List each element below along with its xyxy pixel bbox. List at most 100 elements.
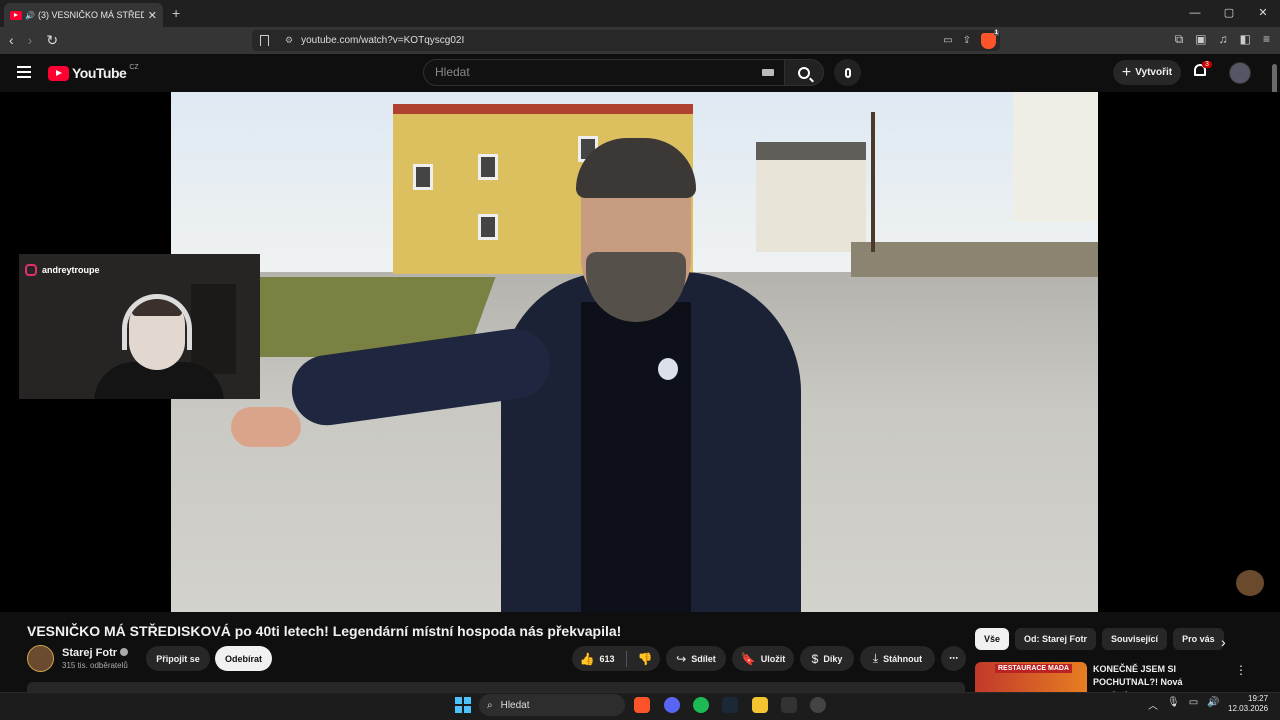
clock-time: 19:27 bbox=[1248, 694, 1269, 703]
divider bbox=[625, 650, 627, 667]
obs-app-icon[interactable] bbox=[810, 697, 826, 713]
spotify-app-icon[interactable] bbox=[693, 697, 709, 713]
new-tab-button[interactable]: + bbox=[172, 5, 180, 21]
youtube-favicon-icon bbox=[10, 10, 22, 20]
menu-icon[interactable]: ≡ bbox=[1263, 32, 1270, 47]
verified-icon bbox=[120, 648, 129, 656]
tab-close-icon[interactable]: ✕ bbox=[148, 9, 157, 22]
search-button[interactable] bbox=[784, 59, 824, 86]
voice-search-button[interactable] bbox=[834, 59, 861, 86]
search-icon bbox=[798, 66, 810, 79]
reload-icon[interactable]: ↻ bbox=[46, 32, 58, 49]
share-button[interactable]: ↪ Sdílet bbox=[666, 646, 726, 671]
download-button[interactable]: ⤓ Stáhnout bbox=[860, 646, 935, 671]
youtube-logo[interactable]: YouTube CZ bbox=[48, 64, 139, 81]
tray-volume-icon[interactable]: 🔊 bbox=[1207, 697, 1219, 712]
filter-chips: Vše Od: Starej Fotr Související Pro vás bbox=[975, 628, 1224, 650]
like-dislike-group: 👍 613 👎 bbox=[572, 646, 660, 671]
tray-display-icon[interactable]: ▭ bbox=[1189, 697, 1198, 712]
extensions-icon[interactable]: ⧉ bbox=[1175, 32, 1184, 47]
browser-tab[interactable]: 🔊 (3) VESNIČKO MÁ STŘEDISKO ✕ bbox=[4, 3, 163, 27]
headphones-icon bbox=[122, 294, 192, 350]
logo-text: YouTube bbox=[72, 65, 127, 81]
channel-watermark[interactable] bbox=[1236, 570, 1264, 596]
minimize-button[interactable]: — bbox=[1178, 0, 1212, 27]
maximize-button[interactable]: ▢ bbox=[1212, 0, 1246, 27]
keyboard-icon[interactable] bbox=[762, 69, 774, 76]
clock-date: 12.03.2026 bbox=[1228, 704, 1269, 713]
close-window-button[interactable]: ✕ bbox=[1246, 0, 1280, 27]
subscriber-count: 315 tis. odběratelů bbox=[62, 661, 128, 670]
site-settings-icon[interactable]: ⚙ bbox=[285, 35, 293, 46]
account-avatar[interactable] bbox=[1229, 62, 1251, 84]
channel-name[interactable]: Starej Fotr bbox=[62, 647, 129, 659]
save-button[interactable]: 🔖 Uložit bbox=[732, 646, 794, 671]
video-title: VESNIČKO MÁ STŘEDISKOVÁ po 40ti letech! … bbox=[27, 623, 622, 639]
download-label: Stáhnout bbox=[883, 653, 923, 664]
taskbar-search[interactable]: ⌕ Hledat bbox=[479, 694, 625, 716]
like-count[interactable]: 613 bbox=[599, 654, 614, 664]
notifications-button[interactable]: 3 bbox=[1194, 61, 1212, 79]
notification-badge: 3 bbox=[1202, 61, 1212, 68]
white-house bbox=[756, 142, 866, 252]
thanks-button[interactable]: $ Díky bbox=[800, 646, 854, 671]
brave-app-icon[interactable] bbox=[634, 697, 650, 713]
chip-from-channel[interactable]: Od: Starej Fotr bbox=[1015, 628, 1097, 650]
steam-app-icon[interactable] bbox=[722, 697, 738, 713]
discord-app-icon[interactable] bbox=[664, 697, 680, 713]
video-player[interactable] bbox=[171, 92, 1098, 612]
tray-expand-icon[interactable]: ︿ bbox=[1148, 697, 1158, 712]
sidebar-toggle-icon[interactable]: ◧ bbox=[1240, 32, 1251, 47]
stone-wall bbox=[851, 242, 1098, 277]
menu-hamburger-icon[interactable] bbox=[17, 66, 31, 78]
thanks-label: Díky bbox=[823, 653, 843, 664]
thumbs-up-icon[interactable]: 👍 bbox=[580, 652, 595, 666]
windows-start-icon[interactable] bbox=[455, 697, 471, 713]
subscribe-button[interactable]: Odebírat bbox=[215, 646, 272, 671]
thumbs-down-icon[interactable]: 👎 bbox=[638, 652, 653, 666]
share-icon[interactable]: ⇪ bbox=[963, 35, 971, 46]
channel-name-text[interactable]: Starej Fotr bbox=[62, 647, 117, 659]
back-icon[interactable]: ‹ bbox=[9, 32, 14, 49]
brave-shield-icon[interactable]: 1 bbox=[981, 29, 999, 49]
thanks-dollar-icon: $ bbox=[811, 651, 819, 666]
chip-all[interactable]: Vše bbox=[975, 628, 1010, 650]
wallet-icon[interactable]: ▣ bbox=[1195, 32, 1206, 47]
create-button[interactable]: + Vytvořit bbox=[1113, 60, 1181, 85]
taskbar-search-icon: ⌕ bbox=[487, 699, 493, 711]
webcam-door bbox=[191, 284, 236, 374]
instagram-icon bbox=[25, 264, 37, 276]
recommended-thumbnail[interactable]: RESTAURACE MADA bbox=[975, 662, 1087, 692]
save-bookmark-icon: 🔖 bbox=[740, 651, 756, 666]
cast-icon[interactable]: ▭ bbox=[943, 35, 952, 46]
share-arrow-icon: ↪ bbox=[676, 651, 687, 666]
search-input[interactable]: Hledat bbox=[423, 59, 785, 86]
shield-badge: 1 bbox=[993, 29, 999, 36]
file-explorer-icon[interactable] bbox=[752, 697, 768, 713]
share-label: Sdílet bbox=[691, 653, 716, 664]
url-text[interactable]: youtube.com/watch?v=KOTqyscg02I bbox=[301, 35, 464, 46]
taskbar-clock[interactable]: 19:27 12.03.2026 bbox=[1228, 694, 1268, 714]
chips-next-icon[interactable]: › bbox=[1221, 634, 1226, 650]
bookmark-icon[interactable] bbox=[260, 35, 269, 46]
media-icon[interactable]: ♫ bbox=[1219, 32, 1228, 47]
lapel-microphone bbox=[658, 358, 678, 380]
epic-games-icon[interactable] bbox=[781, 697, 797, 713]
address-bar[interactable]: ⚙ youtube.com/watch?v=KOTqyscg02I ▭ ⇪ 1 bbox=[252, 29, 1000, 51]
forward-icon[interactable]: › bbox=[28, 32, 33, 49]
chip-related[interactable]: Související bbox=[1102, 628, 1168, 650]
tray-mic-icon[interactable]: 🎙 bbox=[1167, 697, 1180, 712]
description-box[interactable] bbox=[27, 682, 965, 692]
speaker-icon[interactable]: 🔊 bbox=[25, 11, 35, 20]
instagram-handle: andreytroupe bbox=[42, 265, 100, 275]
webcam-overlay: andreytroupe bbox=[19, 254, 260, 399]
microphone-icon bbox=[844, 67, 851, 78]
more-actions-button[interactable]: ⋯ bbox=[941, 646, 966, 671]
channel-avatar[interactable] bbox=[27, 645, 54, 672]
recommended-more-icon[interactable]: ⋮ bbox=[1235, 663, 1247, 677]
chip-for-you[interactable]: Pro vás bbox=[1173, 628, 1224, 650]
thumbnail-text: RESTAURACE MADA bbox=[995, 664, 1073, 673]
join-button[interactable]: Připojit se bbox=[146, 646, 210, 671]
browser-titlebar: 🔊 (3) VESNIČKO MÁ STŘEDISKO ✕ + — ▢ ✕ bbox=[0, 0, 1280, 27]
download-icon: ⤓ bbox=[872, 651, 879, 665]
